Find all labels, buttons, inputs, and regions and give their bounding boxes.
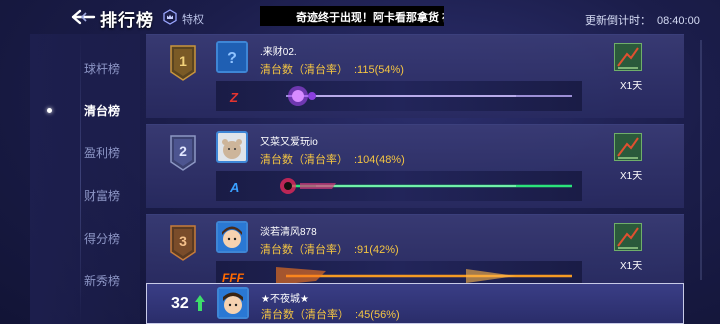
clearance-stat: 清台数（清台率） :91(42%) — [260, 241, 399, 257]
stat-label: 清台数（清台率） — [260, 64, 348, 76]
avatar[interactable] — [216, 221, 248, 253]
ranking-list[interactable]: 1 ? .来财02. 清台数（清台率） :115(54%) Z X1天 2 又菜… — [146, 34, 684, 298]
clearance-stat: 清台数（清台率） :104(48%) — [260, 151, 405, 167]
sidebar-divider-line — [80, 34, 81, 324]
my-rank-number: 32 — [171, 295, 189, 312]
privilege-label[interactable]: 特权 — [182, 11, 204, 27]
list-scrollbar[interactable] — [700, 40, 702, 280]
countdown-label: 更新倒计时： — [585, 15, 651, 27]
leaderboard-sidebar: 球杆榜 清台榜 盈利榜 财富榜 得分榜 新秀榜 — [30, 34, 140, 324]
stat-value: :104(48%) — [354, 154, 405, 166]
back-arrow-icon[interactable] — [70, 9, 96, 25]
svg-text:?: ? — [227, 50, 237, 67]
page-title: 排行榜 — [100, 11, 154, 30]
reward-cue-icon[interactable] — [614, 223, 642, 251]
rank-badge: 2 — [170, 135, 196, 171]
my-player-name: ★不夜城★ — [261, 294, 309, 305]
reward-duration: X1天 — [620, 261, 643, 272]
cue-brand-logo: Z — [229, 90, 239, 105]
ranking-row[interactable]: 2 又菜又爱玩io 清台数（清台率） :104(48%) A X1天 — [146, 124, 684, 208]
privilege-crown-icon[interactable] — [162, 9, 178, 25]
sidebar-item-wealth[interactable]: 财富榜 — [84, 187, 120, 204]
rank-number: 3 — [179, 233, 187, 249]
ticker-text: 奇迹终于出现！阿卡看那拿货 在 — [296, 12, 444, 24]
sidebar-item-rookie[interactable]: 新秀榜 — [84, 272, 120, 289]
reward-duration: X1天 — [620, 171, 643, 182]
rank-number: 2 — [179, 143, 187, 159]
boy-avatar-icon — [218, 223, 246, 251]
top-bar: 排行榜 特权 奇迹终于出现！阿卡看那拿货 在 更新倒计时： 08:40:00 — [0, 0, 720, 34]
stat-value: :91(42%) — [354, 244, 399, 256]
default-avatar-icon: ? — [218, 43, 246, 71]
stat-label: 清台数（清台率） — [260, 244, 348, 256]
avatar[interactable] — [216, 131, 248, 163]
stat-value: :45(56%) — [355, 309, 400, 321]
reward-cue-icon[interactable] — [614, 43, 642, 71]
broadcast-ticker: 奇迹终于出现！阿卡看那拿货 在 — [260, 6, 444, 26]
ranking-row[interactable]: 1 ? .来财02. 清台数（清台率） :115(54%) Z X1天 — [146, 34, 684, 118]
cue-brand-logo: A — [229, 180, 239, 195]
stat-label: 清台数（清台率） — [260, 154, 348, 166]
sidebar-item-cue[interactable]: 球杆榜 — [84, 60, 120, 77]
update-countdown: 更新倒计时： 08:40:00 — [585, 12, 700, 28]
sidebar-item-score[interactable]: 得分榜 — [84, 230, 120, 247]
stat-label: 清台数（清台率） — [261, 309, 349, 321]
player-name: 淡若清风878 — [260, 227, 317, 238]
cue-display: A — [216, 171, 582, 201]
stat-value: :115(54%) — [354, 64, 404, 76]
player-name: .来财02. — [260, 47, 297, 58]
bear-avatar-icon — [218, 133, 246, 161]
reward-cue-icon[interactable] — [614, 133, 642, 161]
avatar[interactable]: ? — [216, 41, 248, 73]
countdown-value: 08:40:00 — [657, 15, 700, 27]
active-indicator-dot — [47, 108, 52, 113]
my-clearance-stat: 清台数（清台率） :45(56%) — [261, 306, 400, 322]
reward-duration: X1天 — [620, 81, 643, 92]
my-ranking-row[interactable]: 32 ★不夜城★ 清台数（清台率） :45(56%) — [146, 283, 684, 324]
cue-display: Z — [216, 81, 582, 111]
boy-avatar-icon — [219, 289, 247, 317]
sidebar-item-profit[interactable]: 盈利榜 — [84, 144, 120, 161]
rank-number: 1 — [179, 53, 187, 69]
clearance-stat: 清台数（清台率） :115(54%) — [260, 61, 404, 77]
rank-badge: 1 — [170, 45, 196, 81]
sidebar-item-clearance[interactable]: 清台榜 — [84, 102, 120, 119]
player-name: 又菜又爱玩io — [260, 137, 318, 148]
rank-badge: 3 — [170, 225, 196, 261]
rank-up-arrow-icon — [195, 295, 205, 311]
my-avatar[interactable] — [217, 287, 249, 319]
